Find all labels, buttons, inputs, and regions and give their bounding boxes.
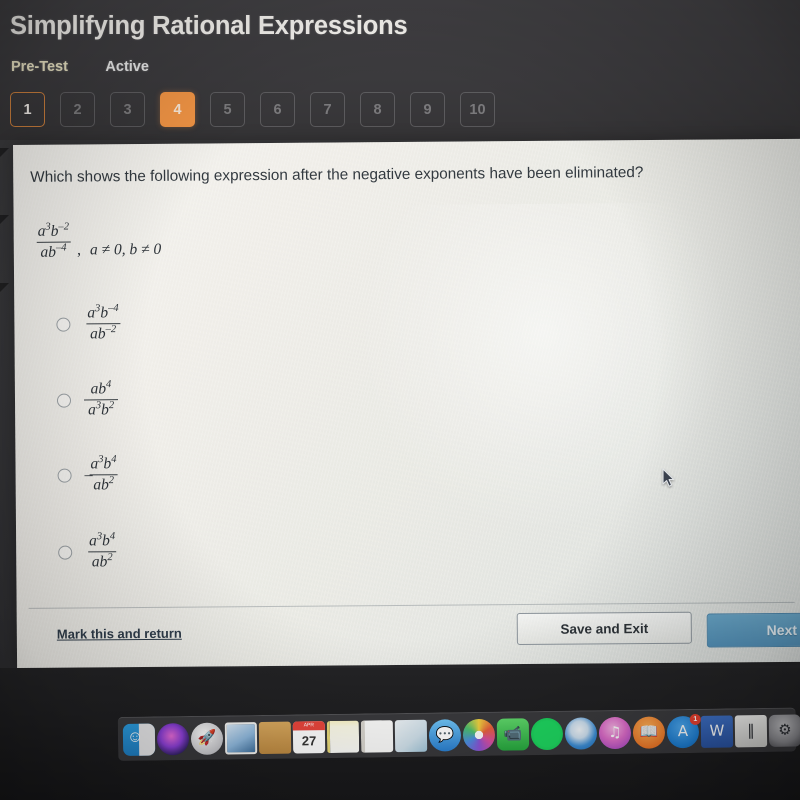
dock-icon-glyph: 💬	[435, 725, 455, 744]
siri-icon[interactable]	[156, 722, 190, 755]
edge-marker-bottom	[0, 283, 9, 292]
spotify-icon[interactable]	[530, 717, 564, 750]
mouse-cursor	[662, 468, 675, 487]
calendar-day: 27	[301, 732, 317, 748]
photos-icon[interactable]	[462, 718, 496, 751]
question-expression: a3b–2 ab–4 , a ≠ 0, b ≠ 0	[34, 221, 162, 263]
stem-fraction: a3b–2 ab–4	[34, 221, 74, 263]
choice-fraction: a3b4 ab2	[86, 454, 120, 495]
stem-comma: ,	[77, 241, 82, 259]
choice-fraction: a3b4 ab2	[85, 531, 119, 572]
dock-icon-glyph: 📖	[639, 722, 659, 741]
quiz-card: Which shows the following expression aft…	[13, 138, 800, 668]
choice-expression: ab4 a3b2	[84, 379, 119, 421]
stem-denominator: ab–4	[36, 241, 71, 263]
calendar-icon[interactable]: APR 27	[292, 720, 326, 754]
launchpad-icon[interactable]: 🚀	[190, 722, 224, 755]
choice-fraction: a3b–4 ab–2	[83, 303, 123, 344]
pager-tab-1[interactable]: 1	[10, 92, 45, 127]
dock-icon-glyph: ⚙	[778, 720, 792, 739]
dock-icon-glyph: 📹	[503, 724, 523, 743]
pretest-label: Pre-Test	[11, 59, 68, 75]
edge-marker-top	[0, 148, 9, 157]
pager-tab-3[interactable]: 3	[110, 92, 145, 127]
radio-button-b[interactable]	[56, 393, 72, 408]
stem-condition: a ≠ 0, b ≠ 0	[89, 240, 162, 258]
answer-choice-a[interactable]: a3b–4 ab–2	[56, 303, 123, 344]
question-prompt: Which shows the following expression aft…	[30, 164, 644, 186]
choice-numerator: a3b–4	[87, 303, 119, 322]
radio-button-a[interactable]	[56, 317, 71, 332]
pager-tab-10[interactable]: 10	[460, 92, 495, 127]
app-store-icon[interactable]: A1	[666, 713, 701, 748]
mark-this-and-return-link[interactable]: Mark this and return	[57, 626, 182, 642]
photographed-screen: Simplifying Rational Expressions Pre-Tes…	[0, 0, 800, 800]
choice-expression: a3b–4 ab–2	[83, 303, 123, 344]
choice-denominator: a3b2	[84, 399, 119, 421]
dock-icon-glyph: ♫	[608, 722, 622, 742]
pager-tab-8[interactable]: 8	[360, 92, 395, 127]
garageband-icon[interactable]: ‖	[734, 714, 768, 747]
quiz-subheader: Pre-Test Active	[11, 58, 149, 78]
pager-tab-2[interactable]: 2	[60, 92, 95, 127]
calendar-month: APR	[292, 720, 325, 731]
system-preferences-icon[interactable]: ⚙	[768, 713, 800, 747]
pager-tab-5[interactable]: 5	[210, 92, 245, 127]
preview-icon[interactable]	[394, 719, 428, 752]
pager-tab-6[interactable]: 6	[260, 92, 295, 127]
microsoft-word-icon[interactable]: W	[700, 714, 734, 748]
dock-icon-glyph: W	[709, 721, 725, 740]
dock-icon-glyph: ‖	[747, 721, 755, 740]
folder-icon[interactable]	[258, 721, 292, 754]
notes-icon[interactable]	[326, 720, 360, 753]
save-and-exit-button[interactable]: Save and Exit	[516, 611, 692, 646]
status-badge: Active	[105, 59, 149, 75]
choice-fraction: ab4 a3b2	[84, 379, 119, 421]
answer-choice-c[interactable]: – a3b4 ab2	[57, 454, 120, 495]
choice-denominator: ab–2	[86, 323, 121, 344]
page-title: Simplifying Rational Expressions	[10, 12, 408, 40]
finder-icon[interactable]	[122, 722, 156, 756]
quiz-header: Simplifying Rational Expressions Pre-Tes…	[0, 0, 800, 140]
notification-badge: 1	[689, 713, 701, 725]
radio-button-c[interactable]	[57, 468, 72, 483]
choice-numerator: ab4	[90, 379, 112, 398]
question-pager[interactable]: 1 2 3 4 5 6 7 8 9 10	[10, 92, 495, 127]
stem-numerator: a3b–2	[37, 221, 69, 240]
choice-denominator: ab2	[89, 474, 119, 495]
dock-icon-glyph: 🚀	[197, 728, 217, 747]
edge-marker-middle	[0, 215, 9, 224]
choice-expression: – a3b4 ab2	[84, 454, 120, 495]
answer-choice-d[interactable]: a3b4 ab2	[58, 531, 119, 572]
books-icon[interactable]: 📖	[632, 715, 666, 749]
next-button[interactable]: Next	[706, 612, 800, 648]
pager-tab-7[interactable]: 7	[310, 92, 345, 127]
contacts-icon[interactable]	[360, 719, 394, 753]
photos-booth-icon[interactable]	[224, 721, 258, 755]
pager-tab-4[interactable]: 4	[160, 92, 195, 127]
facetime-icon[interactable]: 📹	[496, 717, 530, 751]
answer-choice-b[interactable]: ab4 a3b2	[56, 379, 119, 421]
messages-icon[interactable]: 💬	[428, 718, 462, 752]
choice-numerator: a3b4	[89, 531, 116, 550]
choice-expression: a3b4 ab2	[85, 531, 119, 572]
itunes-icon[interactable]: ♫	[598, 716, 632, 749]
radio-button-d[interactable]	[58, 545, 73, 560]
safari-icon[interactable]	[564, 716, 598, 750]
pager-tab-9[interactable]: 9	[410, 92, 445, 127]
footer-divider	[28, 601, 795, 609]
dock-icon-glyph: A	[677, 722, 689, 741]
choice-numerator: a3b4	[90, 454, 117, 473]
choice-denominator: ab2	[87, 551, 117, 572]
